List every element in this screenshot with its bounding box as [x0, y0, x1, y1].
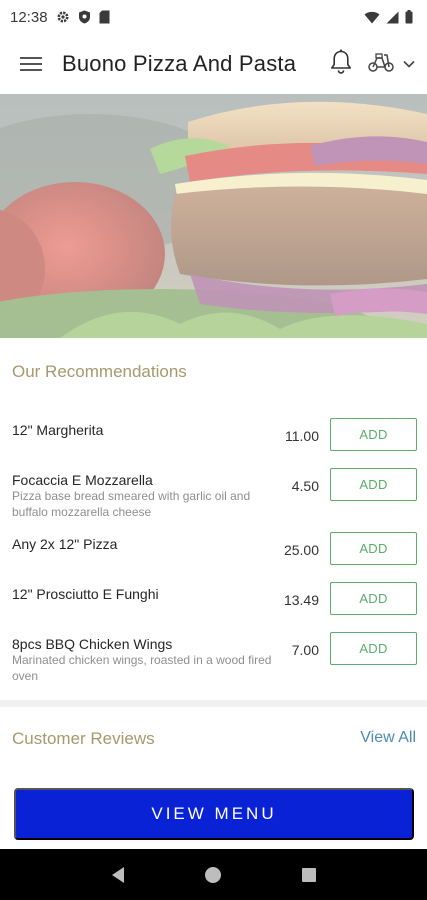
- back-triangle-icon[interactable]: [103, 860, 133, 890]
- menu-item-price: 4.50: [291, 478, 319, 494]
- scooter-icon: [367, 51, 395, 78]
- gear-icon: [56, 10, 70, 24]
- menu-item-price: 7.00: [291, 642, 319, 658]
- add-to-cart-button[interactable]: ADD: [330, 532, 417, 565]
- add-to-cart-button[interactable]: ADD: [330, 418, 417, 451]
- app-bar: Buono Pizza And Pasta: [0, 34, 427, 94]
- shield-icon: [78, 10, 91, 24]
- battery-icon: [405, 10, 413, 24]
- signal-icon: [386, 11, 399, 24]
- menu-item-description: Marinated chicken wings, roasted in a wo…: [12, 653, 272, 683]
- status-time: 12:38: [10, 8, 48, 26]
- menu-item-name: Focaccia E Mozzarella: [12, 472, 153, 488]
- view-menu-button[interactable]: VIEW MENU: [14, 788, 414, 840]
- view-all-reviews-link[interactable]: View All: [360, 729, 416, 747]
- menu-item-name: 12" Prosciutto E Funghi: [12, 586, 159, 602]
- menu-item-price: 11.00: [285, 428, 319, 444]
- hamburger-menu-icon[interactable]: [18, 51, 44, 77]
- add-to-cart-button[interactable]: ADD: [330, 582, 417, 615]
- hero-image: [0, 94, 427, 338]
- sim-card-icon: [99, 10, 110, 24]
- menu-item-name: Any 2x 12" Pizza: [12, 536, 118, 552]
- home-circle-icon[interactable]: [198, 860, 228, 890]
- menu-item-description: Pizza base bread smeared with garlic oil…: [12, 489, 251, 519]
- add-to-cart-button[interactable]: ADD: [330, 468, 417, 501]
- status-bar: 12:38: [0, 0, 427, 34]
- menu-item-name: 8pcs BBQ Chicken Wings: [12, 636, 173, 652]
- menu-item-price: 25.00: [283, 542, 319, 558]
- chevron-down-icon: [403, 55, 415, 73]
- menu-item-price: 13.49: [283, 592, 319, 608]
- customer-reviews-heading: Customer Reviews: [12, 729, 155, 748]
- bell-icon[interactable]: [329, 49, 353, 80]
- page-title: Buono Pizza And Pasta: [62, 51, 297, 76]
- add-to-cart-button[interactable]: ADD: [330, 632, 417, 665]
- wifi-icon: [364, 11, 380, 24]
- section-divider: [0, 700, 427, 707]
- recommendations-heading: Our Recommendations: [12, 362, 187, 381]
- system-navigation-bar: [0, 849, 427, 900]
- recents-square-icon[interactable]: [294, 860, 324, 890]
- menu-item-name: 12" Margherita: [12, 422, 104, 438]
- delivery-mode-selector[interactable]: [367, 51, 415, 78]
